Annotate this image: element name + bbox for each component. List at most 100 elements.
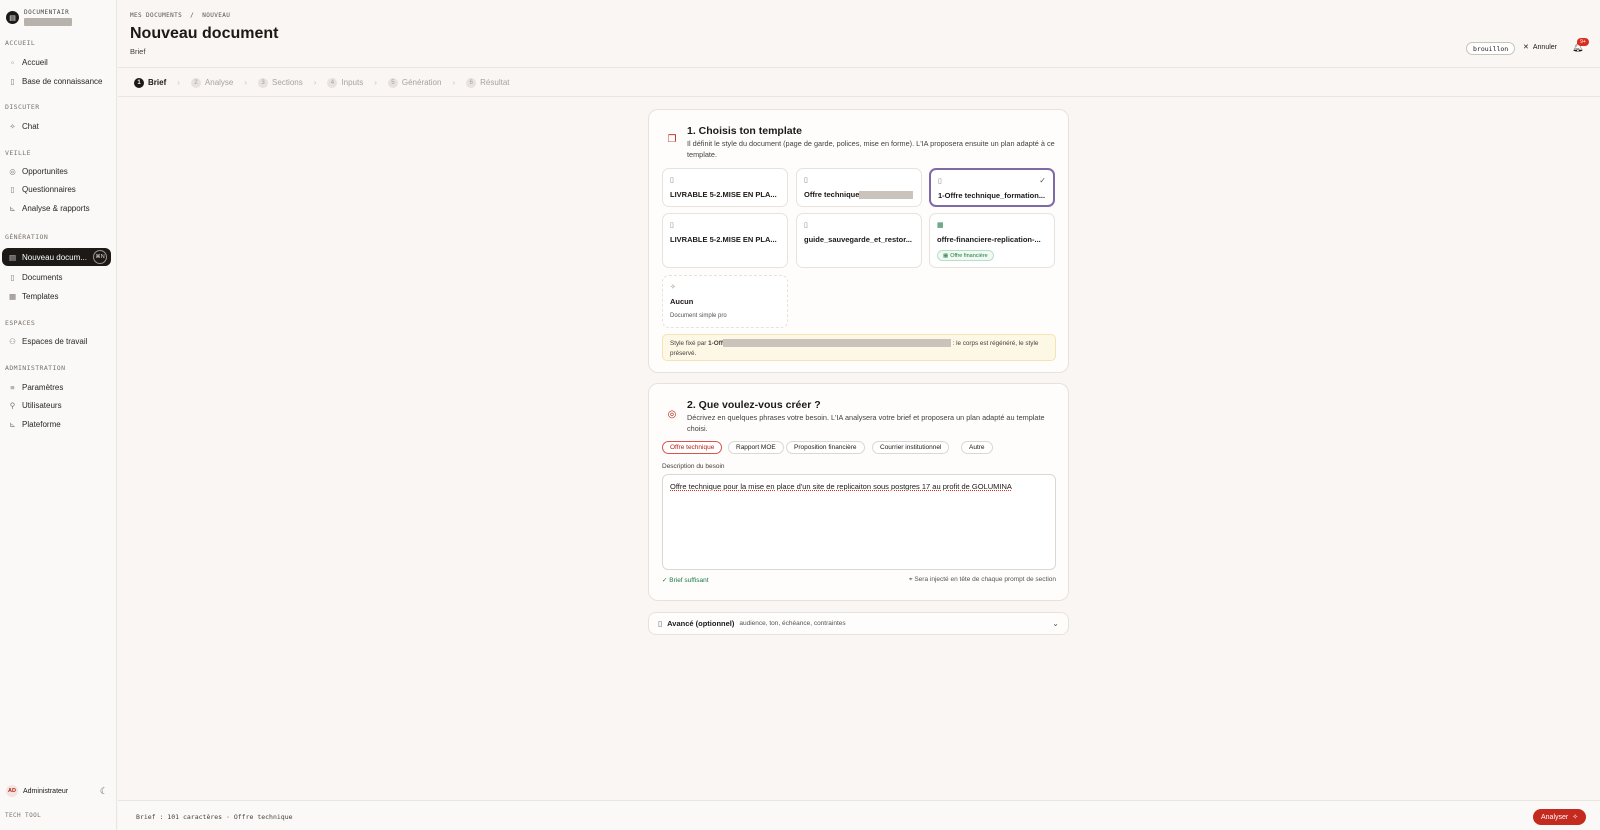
- template-card-description: Il définit le style du document (page de…: [687, 139, 1055, 159]
- template-option[interactable]: ▯ LIVRABLE 5-2.MISE EN PLA...: [662, 213, 788, 268]
- step-inputs[interactable]: 4 Inputs: [327, 77, 363, 88]
- section-title-veille: VEILLE: [5, 149, 31, 157]
- book-icon: ▯: [10, 76, 15, 86]
- sidebar-item-templates[interactable]: ▦ Templates: [2, 287, 111, 305]
- step-generation[interactable]: 5 Génération: [387, 77, 441, 88]
- injection-hint: ⌖ Sera injecté en tête de chaque prompt …: [908, 576, 1056, 583]
- section-title-accueil: ACCUEIL: [5, 39, 36, 47]
- breadcrumb[interactable]: MES DOCUMENTS / NOUVEAU: [130, 12, 230, 19]
- chip-proposition-financiere[interactable]: Proposition financière: [786, 441, 865, 454]
- step-sections[interactable]: 3 Sections: [258, 77, 303, 88]
- notification-badge: 9+: [1577, 38, 1589, 46]
- status-badge: brouillon: [1466, 42, 1516, 55]
- sidebar: ▤ DOCUMENTAIR ACCUEIL ▫ Accueil ▯ Base de …: [0, 0, 117, 830]
- moon-icon[interactable]: ☾: [100, 786, 108, 797]
- user-name: Administrateur: [23, 787, 69, 795]
- chevron-right-icon: ›: [313, 78, 317, 87]
- copy-icon: ❐: [667, 134, 677, 145]
- template-option-selected[interactable]: ▯ ✓ 1-Offre technique_formation...: [929, 168, 1055, 207]
- sidebar-item-chat[interactable]: ✧ Chat: [2, 117, 111, 135]
- chevron-right-icon: ›: [177, 78, 180, 87]
- brand-name: DOCUMENTAIR: [24, 9, 70, 16]
- target-icon: ◎: [9, 166, 16, 176]
- step-resultat[interactable]: 6 Résultat: [466, 77, 510, 88]
- home-icon: ▫: [11, 57, 14, 67]
- bell-icon[interactable]: 🔔︎ 9+: [1572, 38, 1589, 53]
- cancel-button[interactable]: ✕ Annuler: [1523, 43, 1557, 52]
- user-menu[interactable]: AD Administrateur ☾: [6, 785, 108, 797]
- sidebar-item-espaces[interactable]: ⚇ Espaces de travail: [2, 332, 111, 350]
- template-tag: ▦ Offre financière: [937, 250, 994, 261]
- chevron-right-icon: ›: [374, 78, 377, 87]
- chevron-right-icon: ›: [244, 78, 248, 87]
- brief-card: ◎ 2. Que voulez-vous créer ? Décrivez en…: [648, 383, 1069, 601]
- file-icon: ▯: [10, 184, 15, 194]
- section-title-generation: GÉNÉRATION: [5, 233, 49, 241]
- page-title: Nouveau document: [130, 25, 279, 42]
- template-option[interactable]: ▯ guide_sauvegarde_et_restor...: [796, 213, 922, 268]
- template-option[interactable]: ▦ offre-financiere-replication-... ▦ Offr…: [929, 213, 1055, 268]
- brief-card-title: 2. Que voulez-vous créer ?: [687, 399, 821, 411]
- sidebar-item-parametres[interactable]: ≡ Paramètres: [2, 378, 111, 396]
- chip-rapport-moe[interactable]: Rapport MOE: [728, 441, 784, 454]
- spreadsheet-icon: ▦: [937, 222, 944, 229]
- spreadsheet-icon: ▦: [943, 252, 949, 259]
- sidebar-item-analyse[interactable]: ⊾ Analyse & rapports: [2, 199, 111, 217]
- sparkle-icon: ✧: [670, 284, 676, 291]
- page-subtitle: Brief: [130, 47, 146, 56]
- template-card: ❐ 1. Choisis ton template Il définit le …: [648, 109, 1069, 373]
- step-analyse[interactable]: 2 Analyse: [190, 77, 233, 88]
- brief-card-description: Décrivez en quelques phrases votre besoi…: [687, 413, 1045, 433]
- sidebar-item-documents[interactable]: ▯ Documents: [2, 268, 111, 286]
- type-chips: Offre technique Rapport MOE Proposition …: [662, 441, 1056, 455]
- sidebar-item-accueil[interactable]: ▫ Accueil: [2, 53, 111, 71]
- file-icon: ▯: [670, 177, 674, 184]
- file-icon: ▯: [658, 619, 663, 628]
- chip-courrier[interactable]: Courrier institutionnel: [872, 441, 950, 454]
- avatar: AD: [6, 785, 18, 797]
- footer-brand: TECH TOOL: [5, 812, 42, 819]
- chevron-right-icon: ›: [452, 78, 456, 87]
- file-icon: ▯: [804, 222, 808, 229]
- field-label: Description du besoin: [662, 463, 725, 470]
- sidebar-item-base-connaissance[interactable]: ▯ Base de connaissance: [2, 72, 111, 90]
- file-plus-icon: ▤: [8, 252, 17, 262]
- section-title-espaces: ESPACES: [5, 319, 36, 327]
- stepper: 1 Brief › 2 Analyse › 3 Sections › 4 Inputs …: [118, 69, 1600, 97]
- file-icon: ▯: [938, 178, 942, 185]
- file-icon: ▯: [10, 272, 15, 282]
- step-brief[interactable]: 1 Brief: [134, 77, 166, 88]
- brief-valid-indicator: ✓ Brief suffisant: [662, 577, 709, 584]
- sidebar-item-plateforme[interactable]: ⊾ Plateforme: [2, 415, 111, 433]
- brand[interactable]: ▤ DOCUMENTAIR: [6, 9, 72, 26]
- template-card-title: 1. Choisis ton template: [687, 125, 802, 137]
- chart-icon: ⊾: [9, 419, 16, 429]
- file-icon: ▯: [804, 177, 808, 184]
- sparkle-icon: ✧: [9, 121, 16, 131]
- sidebar-item-opportunites[interactable]: ◎ Opportunites: [2, 162, 111, 180]
- shortcut-badge: ⌘N: [93, 250, 107, 264]
- none-subtitle: Document simple pro: [670, 313, 727, 319]
- document-logo-icon: ▤: [6, 11, 19, 24]
- footer-bar: Brief : 101 caractères · Offre technique…: [118, 800, 1600, 830]
- sparkle-icon: ✧: [1572, 814, 1579, 821]
- sidebar-item-utilisateurs[interactable]: ⚲ Utilisateurs: [2, 396, 111, 414]
- advanced-accordion[interactable]: ▯ Avancé (optionnel) audience, ton, éché…: [648, 612, 1069, 635]
- chip-offre-technique[interactable]: Offre technique: [662, 441, 723, 454]
- template-option-none[interactable]: ✧ Aucun Document simple pro: [662, 275, 788, 328]
- footer-status: Brief : 101 caractères · Offre technique: [136, 813, 293, 821]
- user-icon: ⚲: [9, 400, 16, 410]
- sliders-icon: ≡: [10, 382, 15, 392]
- sidebar-item-nouveau-document[interactable]: ▤ Nouveau docum... ⌘N: [2, 248, 111, 266]
- chip-autre[interactable]: Autre: [961, 441, 993, 454]
- layout-icon: ▦: [8, 291, 17, 301]
- analyze-button[interactable]: Analyser ✧: [1533, 809, 1587, 825]
- template-option[interactable]: ▯ Offre technique: [796, 168, 922, 207]
- page-header: MES DOCUMENTS / NOUVEAU Nouveau document…: [118, 0, 1600, 68]
- close-icon: ✕: [1523, 44, 1529, 51]
- template-option[interactable]: ▯ LIVRABLE 5-2.MISE EN PLA...: [662, 168, 788, 207]
- brief-textarea[interactable]: Offre technique pour la mise en place d'…: [662, 474, 1056, 570]
- sidebar-item-questionnaires[interactable]: ▯ Questionnaires: [2, 180, 111, 198]
- chevron-down-icon: ⌄: [1052, 619, 1059, 628]
- section-title-discuter: DISCUTER: [5, 103, 40, 111]
